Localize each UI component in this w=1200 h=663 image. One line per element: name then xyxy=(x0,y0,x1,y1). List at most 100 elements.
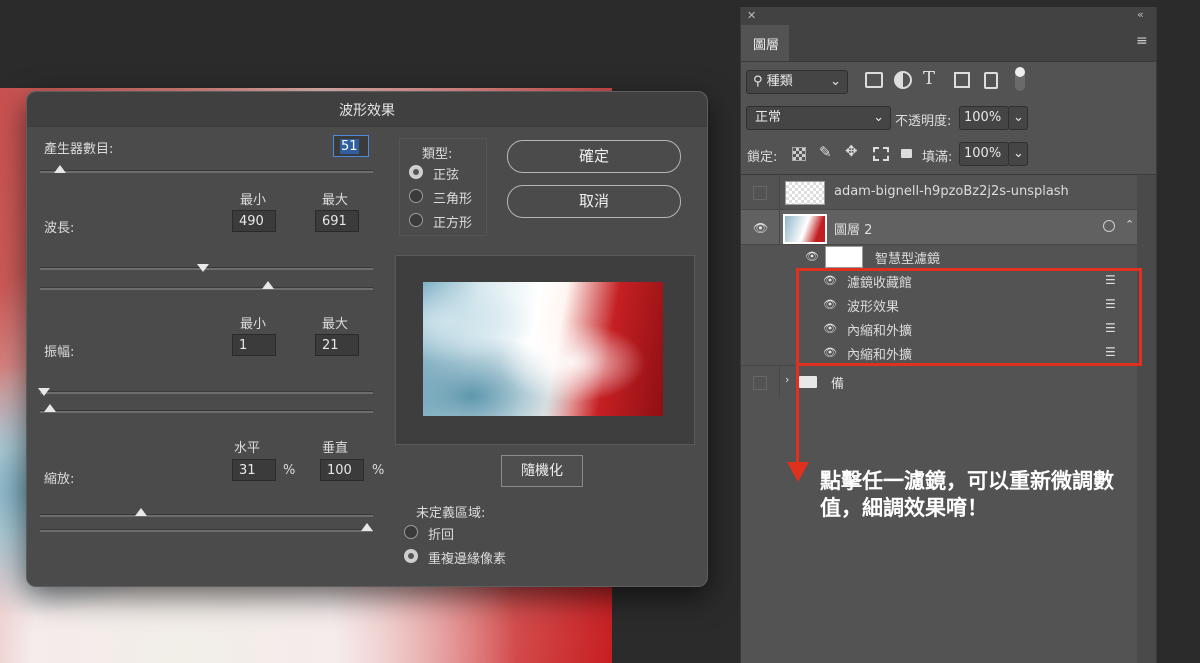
randomize-button[interactable]: 隨機化 xyxy=(501,455,583,487)
generators-input[interactable]: 51 xyxy=(333,135,369,157)
lock-brush-icon[interactable]: ✎ xyxy=(819,143,832,161)
scale-h-track[interactable] xyxy=(40,514,373,517)
smart-filters-label: 智慧型濾鏡 xyxy=(875,252,941,267)
layer-thumbnail xyxy=(785,181,825,205)
eye-icon[interactable]: 👁 xyxy=(805,250,819,263)
panel-tabbar: 圖層 ≡ xyxy=(741,25,1156,62)
repeat-edge-radio[interactable] xyxy=(404,549,418,563)
wavelength-min-thumb[interactable] xyxy=(197,264,209,272)
layer-row-group[interactable]: › 備 xyxy=(741,365,1137,399)
visibility-toggle[interactable] xyxy=(753,376,767,390)
kind-filter-select[interactable]: ⚲ 種類 ⌄ xyxy=(746,70,848,94)
wavelength-max-track[interactable] xyxy=(40,287,373,290)
divider xyxy=(779,210,780,244)
wavelength-max-input[interactable]: 691 xyxy=(315,210,359,232)
panel-menu-icon[interactable]: ≡ xyxy=(1136,33,1148,49)
filter-mask-thumbnail xyxy=(825,246,863,268)
divider xyxy=(779,366,780,398)
lock-all-icon[interactable] xyxy=(901,149,912,158)
type-sine-radio[interactable] xyxy=(409,165,423,179)
amplitude-max-input[interactable]: 21 xyxy=(315,334,359,356)
scrollbar[interactable] xyxy=(1137,175,1156,663)
pixel-filter-icon[interactable] xyxy=(865,72,883,88)
wavelength-label: 波長: xyxy=(44,221,75,236)
chevron-right-icon[interactable]: › xyxy=(785,373,789,386)
kind-filter-label: 種類 xyxy=(766,74,793,89)
opacity-input[interactable]: 100% xyxy=(959,106,1009,130)
wavelength-min-label: 最小 xyxy=(240,193,267,208)
wrap-around-label[interactable]: 折回 xyxy=(428,524,454,543)
amplitude-min-thumb[interactable] xyxy=(38,388,50,396)
scale-v-percent: % xyxy=(372,463,385,478)
generators-label: 產生器數目: xyxy=(44,142,114,157)
opacity-dropdown[interactable]: ⌄ xyxy=(1008,106,1028,130)
shape-filter-icon[interactable] xyxy=(954,72,970,88)
scale-v-track[interactable] xyxy=(40,529,373,532)
annotation-line-1: 點擊任一濾鏡，可以重新微調數 xyxy=(820,469,1114,493)
filter-toggle[interactable] xyxy=(1015,67,1025,91)
lock-label: 鎖定: xyxy=(747,150,778,165)
scale-v-thumb[interactable] xyxy=(361,523,373,531)
type-square-radio[interactable] xyxy=(409,213,423,227)
chevron-down-icon: ⌄ xyxy=(1013,146,1024,161)
wrap-around-radio[interactable] xyxy=(404,525,418,539)
dialog-title: 波形效果 xyxy=(339,103,395,119)
amplitude-max-track[interactable] xyxy=(40,410,373,413)
amplitude-min-track[interactable] xyxy=(40,391,373,394)
close-icon[interactable]: ✕ xyxy=(747,9,756,22)
divider xyxy=(779,175,780,209)
layer-name[interactable]: 圖層 2 xyxy=(834,219,872,238)
wavelength-min-input[interactable]: 490 xyxy=(232,210,276,232)
generators-slider-track[interactable] xyxy=(40,170,373,173)
scale-h-thumb[interactable] xyxy=(135,508,147,516)
scale-h-percent: % xyxy=(283,463,296,478)
annotation-arrow-head xyxy=(787,462,809,482)
amplitude-min-input[interactable]: 1 xyxy=(232,334,276,356)
smart-object-filter-icon[interactable] xyxy=(984,72,998,89)
fill-input[interactable]: 100% xyxy=(959,142,1009,166)
layer-row-unsplash[interactable]: adam-bignell-h9pzoBz2j2s-unsplash xyxy=(741,175,1137,210)
chevron-down-icon: ⌄ xyxy=(873,110,884,125)
blend-mode-select[interactable]: 正常 ⌄ xyxy=(746,106,891,130)
type-square-label[interactable]: 正方形 xyxy=(433,212,472,231)
filter-toggle-knob xyxy=(1015,67,1025,77)
smart-filters-row[interactable]: 👁 智慧型濾鏡 xyxy=(801,245,1137,269)
fill-dropdown[interactable]: ⌄ xyxy=(1008,142,1028,166)
scale-vertical-input[interactable]: 100 xyxy=(320,459,364,481)
group-name[interactable]: 備 xyxy=(831,373,844,392)
tab-layers[interactable]: 圖層 xyxy=(741,25,789,61)
type-sine-label[interactable]: 正弦 xyxy=(433,164,459,183)
visibility-toggle[interactable] xyxy=(753,186,767,200)
smart-filter-badge-icon[interactable] xyxy=(1103,220,1115,232)
layer-name[interactable]: adam-bignell-h9pzoBz2j2s-unsplash xyxy=(834,184,1069,199)
generators-slider-thumb[interactable] xyxy=(54,165,66,173)
chevron-down-icon: ⌄ xyxy=(1013,110,1024,125)
lock-transparency-icon[interactable] xyxy=(792,147,806,161)
scale-horizontal-input[interactable]: 31 xyxy=(232,459,276,481)
ok-button[interactable]: 確定 xyxy=(507,140,681,173)
type-filter-icon[interactable]: T xyxy=(923,68,935,89)
amplitude-max-thumb[interactable] xyxy=(44,404,56,412)
dialog-titlebar[interactable]: 波形效果 xyxy=(27,92,707,127)
chevron-up-icon[interactable]: ⌃ xyxy=(1125,218,1134,231)
annotation-text: 點擊任一濾鏡，可以重新微調數 值，細調效果唷！ xyxy=(820,468,1160,522)
panel-header: ✕ « xyxy=(741,7,1156,25)
repeat-edge-label[interactable]: 重複邊緣像素 xyxy=(428,548,506,567)
type-triangle-label[interactable]: 三角形 xyxy=(433,188,472,207)
wavelength-max-thumb[interactable] xyxy=(262,281,274,289)
scale-vertical-label: 垂直 xyxy=(322,441,349,456)
collapse-icon[interactable]: « xyxy=(1137,8,1144,21)
blend-mode-value: 正常 xyxy=(755,110,782,125)
eye-icon[interactable]: 👁 xyxy=(753,221,768,235)
adjustment-filter-icon[interactable] xyxy=(894,71,912,89)
wavelength-max-label: 最大 xyxy=(322,193,349,208)
lock-move-icon[interactable]: ✥ xyxy=(845,142,858,160)
folder-icon xyxy=(799,376,817,388)
lock-artboard-icon[interactable] xyxy=(873,147,889,161)
layer-thumbnail xyxy=(783,214,827,244)
type-triangle-radio[interactable] xyxy=(409,189,423,203)
preview-frame xyxy=(395,255,695,445)
cancel-button[interactable]: 取消 xyxy=(507,185,681,218)
amplitude-max-label: 最大 xyxy=(322,317,349,332)
layer-row-layer2[interactable]: 👁 圖層 2 ⌃ xyxy=(741,210,1137,245)
